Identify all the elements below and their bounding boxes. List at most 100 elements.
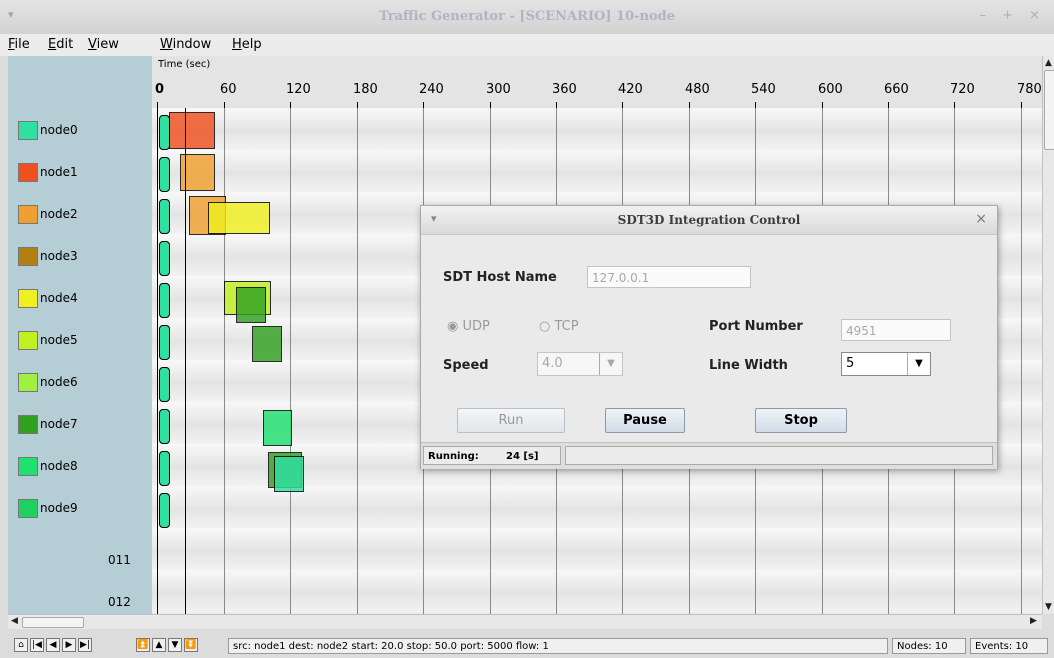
chevron-down-icon: ▼ (599, 353, 622, 375)
tcp-radio[interactable]: ○ TCP (539, 319, 579, 334)
menu-bar: File Edit View Window Help (0, 34, 1054, 56)
node-color-swatch (18, 373, 38, 392)
line-width-label: Line Width (709, 358, 788, 373)
dialog-status-bar: Running: 24 [s] (421, 442, 997, 469)
host-name-field[interactable]: 127.0.0.1 (587, 266, 751, 288)
playback-cursor[interactable] (185, 108, 186, 614)
node-label[interactable]: node8 (18, 457, 98, 476)
node-start-marker[interactable] (159, 199, 170, 234)
node-start-marker[interactable] (159, 283, 170, 318)
port-number-label: Port Number (709, 319, 803, 334)
node-label[interactable]: node1 (18, 163, 98, 182)
move-up-icon[interactable]: ▲ (152, 638, 166, 652)
node-count: Nodes: 10 (892, 638, 966, 654)
menu-help[interactable]: Help (232, 37, 262, 52)
move-down-icon[interactable]: ▼ (168, 638, 182, 652)
node-start-marker[interactable] (159, 451, 170, 486)
node-label[interactable]: node7 (18, 415, 98, 434)
next-frame-icon[interactable]: ▶ (62, 638, 76, 652)
flow-event[interactable] (236, 287, 266, 323)
line-width-select[interactable]: 5 ▼ (841, 352, 931, 376)
time-tick-label: 120 (286, 82, 311, 97)
chevron-down-icon: ▼ (907, 353, 930, 375)
node-start-marker[interactable] (159, 409, 170, 444)
sdt3d-dialog: ▾ SDT3D Integration Control × SDT Host N… (420, 205, 998, 469)
status-bar: ⌂ |◀ ◀ ▶ ▶| ⏫ ▲ ▼ ⏬ src: node1 dest: nod… (0, 630, 1054, 658)
node-label[interactable]: node5 (18, 331, 98, 350)
grid-line (1021, 108, 1022, 614)
time-tick-label: 60 (220, 82, 237, 97)
scroll-left-icon[interactable]: ◀ (11, 616, 18, 626)
home-icon[interactable]: ⌂ (14, 638, 28, 652)
node-label[interactable]: node9 (18, 499, 98, 518)
time-tick-label: 600 (818, 82, 843, 97)
time-tick-label: 660 (884, 82, 909, 97)
node-start-marker[interactable] (159, 367, 170, 402)
host-name-label: SDT Host Name (443, 270, 557, 285)
node-start-marker[interactable] (159, 325, 170, 360)
node-label[interactable]: node3 (18, 247, 98, 266)
node-start-marker[interactable] (159, 493, 170, 528)
node-start-marker[interactable] (159, 241, 170, 276)
timeline-row (152, 570, 1042, 612)
event-count: Events: 10 (970, 638, 1048, 654)
last-frame-icon[interactable]: ▶| (78, 638, 92, 652)
menu-edit[interactable]: Edit (48, 37, 73, 52)
flow-event[interactable] (252, 326, 282, 362)
title-bar: ▾ Traffic Generator - [SCENARIO] 10-node… (0, 0, 1054, 35)
pause-button[interactable]: Pause (605, 408, 685, 433)
node-start-marker[interactable] (159, 157, 170, 192)
node-color-swatch (18, 499, 38, 518)
run-button[interactable]: Run (457, 408, 565, 433)
dialog-close-icon[interactable]: × (975, 211, 987, 227)
udp-radio[interactable]: ◉ UDP (447, 319, 490, 334)
time-tick-label: 240 (419, 82, 444, 97)
scroll-right-icon[interactable]: ▶ (1030, 616, 1037, 626)
node-color-swatch (18, 289, 38, 308)
timeline-row (152, 528, 1042, 570)
window-controls[interactable]: – + × (979, 8, 1046, 23)
dialog-title-bar[interactable]: ▾ SDT3D Integration Control × (421, 206, 997, 235)
flow-event[interactable] (208, 202, 270, 234)
node-color-swatch (18, 121, 38, 140)
port-number-field[interactable]: 4951 (841, 319, 951, 341)
flow-event[interactable] (169, 112, 215, 149)
horizontal-scroll-thumb[interactable] (22, 617, 84, 628)
node-label[interactable]: node0 (18, 121, 98, 140)
menu-file[interactable]: File (8, 37, 30, 52)
menu-window[interactable]: Window (160, 37, 211, 52)
jump-bottom-icon[interactable]: ⏬ (184, 638, 198, 652)
horizontal-scrollbar[interactable]: ◀ ▶ (8, 614, 1042, 629)
window-title: Traffic Generator - [SCENARIO] 10-node (378, 9, 675, 24)
node-label[interactable]: node4 (18, 289, 98, 308)
time-tick-label: 300 (486, 82, 511, 97)
node-label[interactable]: node2 (18, 205, 98, 224)
flow-event[interactable] (274, 456, 304, 492)
scroll-up-icon[interactable]: ▲ (1045, 58, 1052, 68)
jump-top-icon[interactable]: ⏫ (136, 638, 150, 652)
time-axis-label: Time (sec) (158, 59, 211, 70)
timeline-row (152, 108, 1042, 150)
progress-area (565, 446, 993, 465)
row-label: 011 (108, 553, 131, 567)
stop-button[interactable]: Stop (755, 408, 847, 433)
first-frame-icon[interactable]: |◀ (30, 638, 44, 652)
elapsed-time: 24 [s] (506, 451, 539, 462)
flow-event[interactable] (263, 410, 292, 446)
time-axis: Time (sec) 0 60 120 180 240 300 360 420 480 540 60… (152, 56, 1042, 109)
node-color-swatch (18, 457, 38, 476)
grid-line (224, 108, 225, 614)
vertical-scroll-thumb[interactable] (1044, 70, 1054, 150)
time-tick-label: 480 (685, 82, 710, 97)
scroll-down-icon[interactable]: ▼ (1045, 602, 1052, 612)
prev-frame-icon[interactable]: ◀ (46, 638, 60, 652)
vertical-scrollbar[interactable]: ▲ ▼ (1042, 56, 1054, 614)
time-tick-label: 360 (552, 82, 577, 97)
time-tick-label: 780 (1017, 82, 1042, 97)
grid-line (290, 108, 291, 614)
menu-view[interactable]: View (88, 37, 119, 52)
node-label[interactable]: node6 (18, 373, 98, 392)
speed-select[interactable]: 4.0 ▼ (537, 352, 623, 376)
node-start-marker[interactable] (159, 115, 170, 150)
time-tick-label: 180 (353, 82, 378, 97)
